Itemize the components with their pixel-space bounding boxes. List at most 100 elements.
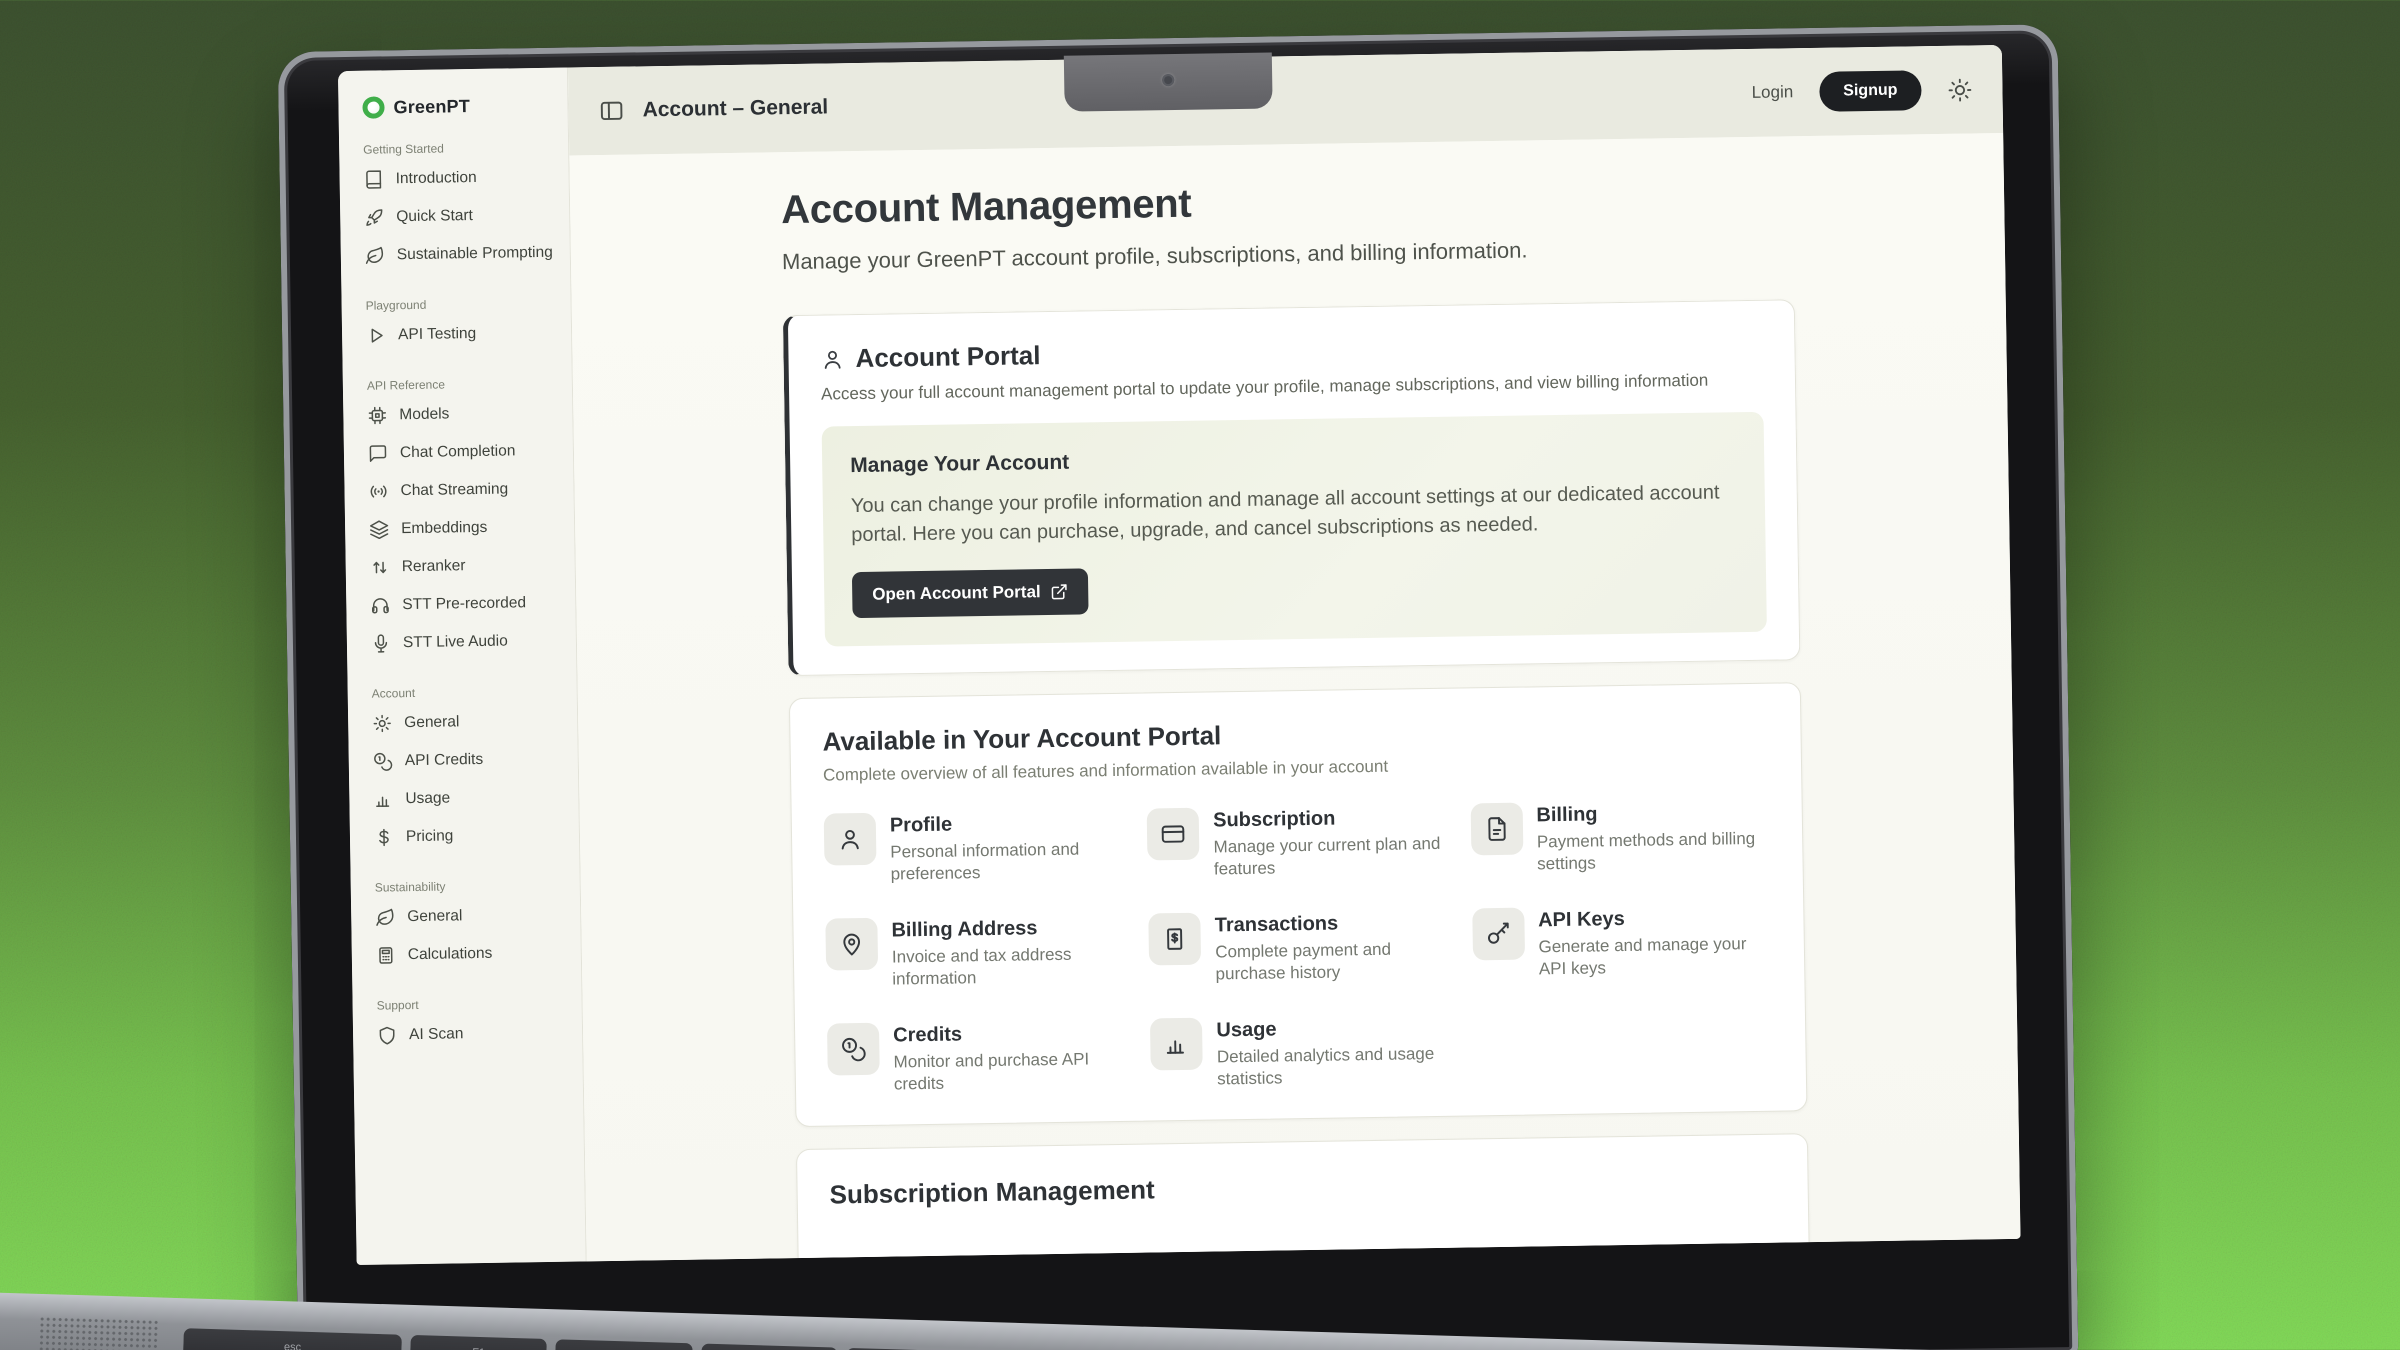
external-link-icon <box>1051 583 1069 601</box>
sidebar-section-api-reference: API Reference <box>367 375 572 392</box>
sidebar-item-api-testing[interactable]: API Testing <box>366 313 572 354</box>
shield-icon <box>377 1025 397 1045</box>
sidebar-section-sustainability: Sustainability <box>375 877 580 894</box>
feature-description: Invoice and tax address information <box>892 943 1126 991</box>
play-icon <box>366 325 386 345</box>
sidebar-item-chat-completion[interactable]: Chat Completion <box>368 431 574 472</box>
keyboard-key-esc: esc <box>183 1328 402 1350</box>
dollar-icon <box>374 827 394 847</box>
sidebar-item-usage[interactable]: Usage <box>373 777 579 818</box>
login-link[interactable]: Login <box>1751 82 1793 103</box>
feature-subscription: Subscription Manage your current plan an… <box>1147 804 1447 882</box>
features-card-subtitle: Complete overview of all features and in… <box>823 751 1769 786</box>
sidebar-section-playground: Playground <box>366 295 571 312</box>
portal-features-card: Available in Your Account Portal Complet… <box>789 682 1808 1126</box>
chip-icon <box>367 405 387 425</box>
page-title: Account Management <box>781 172 1794 233</box>
feature-icon-tile <box>1147 808 1200 861</box>
leaf-icon <box>375 907 395 927</box>
feature-description: Payment methods and billing settings <box>1537 828 1771 876</box>
sidebar-item-ai-scan[interactable]: AI Scan <box>377 1013 583 1054</box>
sidebar-item-label: General <box>407 907 462 926</box>
page-breadcrumb: Account – General <box>642 95 828 122</box>
open-account-portal-button[interactable]: Open Account Portal <box>852 568 1089 618</box>
keyboard-key-f2: F2 <box>555 1339 692 1350</box>
desktop-background: { "sidebar": { "logo": "GreenPT", "secti… <box>0 0 2400 1350</box>
feature-title: Credits <box>893 1021 1127 1048</box>
logo-text: GreenPT <box>393 96 470 118</box>
sidebar-item-label: Pricing <box>406 827 454 846</box>
main-area: Account – General Login Signup Account M… <box>568 45 2021 1261</box>
sidebar-item-label: Sustainable Prompting <box>397 244 553 264</box>
sidebar-item-label: STT Live Audio <box>403 633 508 653</box>
feature-billing-address: Billing Address Invoice and tax address … <box>825 914 1125 992</box>
sidebar-item-general[interactable]: General <box>372 701 578 742</box>
feature-description: Monitor and purchase API credits <box>893 1048 1127 1096</box>
feature-title: Profile <box>890 811 1124 838</box>
feature-description: Personal information and preferences <box>890 838 1124 886</box>
logo[interactable]: GreenPT <box>362 94 567 119</box>
coins-icon <box>840 1036 866 1062</box>
sidebar-section-getting-started: Getting Started <box>363 140 568 157</box>
sidebar-item-pricing[interactable]: Pricing <box>374 815 580 856</box>
feature-icon-tile <box>1470 803 1523 856</box>
signup-button[interactable]: Signup <box>1819 70 1922 112</box>
person-icon <box>820 347 844 371</box>
feature-api-keys: API Keys Generate and manage your API ke… <box>1472 904 1772 982</box>
keyboard-key-f3: F3 <box>700 1344 837 1350</box>
chart-icon <box>373 789 393 809</box>
subscription-management-card: Subscription Management <box>796 1133 1810 1262</box>
feature-description: Complete payment and purchase history <box>1215 938 1449 986</box>
manage-account-panel: Manage Your Account You can change your … <box>822 412 1767 647</box>
sidebar-item-reranker[interactable]: Reranker <box>369 545 575 586</box>
sort-icon <box>370 557 390 577</box>
sidebar-item-label: API Testing <box>398 325 476 344</box>
feature-title: Transactions <box>1215 911 1449 938</box>
book-icon <box>364 169 384 189</box>
sidebar-item-quick-start[interactable]: Quick Start <box>364 196 570 237</box>
features-grid: Profile Personal information and prefere… <box>824 799 1774 1097</box>
layers-icon <box>369 519 389 539</box>
feature-icon-tile <box>825 918 878 971</box>
topbar-actions: Login Signup <box>1751 69 1972 112</box>
sidebar-item-general[interactable]: General <box>375 895 581 936</box>
sidebar-item-calculations[interactable]: Calculations <box>376 933 582 974</box>
feature-credits: Credits Monitor and purchase API credits <box>827 1019 1127 1097</box>
feature-title: Billing <box>1536 801 1770 828</box>
sidebar-toggle-icon[interactable] <box>598 98 624 124</box>
sidebar-item-introduction[interactable]: Introduction <box>363 158 569 199</box>
sidebar-item-chat-streaming[interactable]: Chat Streaming <box>368 469 574 510</box>
sidebar-item-label: General <box>404 713 459 732</box>
feature-title: Subscription <box>1213 806 1447 833</box>
card-icon <box>1160 821 1186 847</box>
person-icon <box>837 826 863 852</box>
sidebar-item-label: STT Pre-recorded <box>402 594 526 614</box>
feature-description: Manage your current plan and features <box>1213 833 1447 881</box>
sidebar-item-stt-pre-recorded[interactable]: STT Pre-recorded <box>370 583 576 624</box>
feature-billing: Billing Payment methods and billing sett… <box>1470 799 1770 877</box>
sidebar-item-sustainable-prompting[interactable]: Sustainable Prompting <box>365 233 571 274</box>
coins-icon <box>373 751 393 771</box>
sidebar-section-support: Support <box>377 995 582 1012</box>
feature-icon-tile <box>1150 1018 1203 1071</box>
sidebar-item-label: Chat Completion <box>400 442 516 462</box>
sidebar-item-label: Models <box>399 405 449 424</box>
feature-title: Usage <box>1216 1016 1450 1043</box>
theme-toggle-sun-icon[interactable] <box>1947 77 1972 102</box>
app-window: GreenPT Getting Started Introduction Qui… <box>338 45 2021 1265</box>
sidebar-item-label: Calculations <box>408 945 493 964</box>
sidebar: GreenPT Getting Started Introduction Qui… <box>338 68 587 1265</box>
sidebar-item-models[interactable]: Models <box>367 393 573 434</box>
broadcast-icon <box>368 481 388 501</box>
feature-icon-tile <box>1149 913 1202 966</box>
speaker-grille <box>29 1316 159 1350</box>
laptop-mockup: GreenPT Getting Started Introduction Qui… <box>278 24 2079 1350</box>
feature-description: Generate and manage your API keys <box>1538 933 1772 981</box>
sidebar-item-api-credits[interactable]: API Credits <box>373 739 579 780</box>
sidebar-item-embeddings[interactable]: Embeddings <box>369 507 575 548</box>
laptop-camera <box>1162 74 1174 86</box>
sidebar-item-stt-live-audio[interactable]: STT Live Audio <box>371 621 577 662</box>
sidebar-item-label: Introduction <box>396 169 477 188</box>
keyboard-key-f1: F1 <box>410 1335 547 1350</box>
sidebar-section-account: Account <box>372 683 577 700</box>
